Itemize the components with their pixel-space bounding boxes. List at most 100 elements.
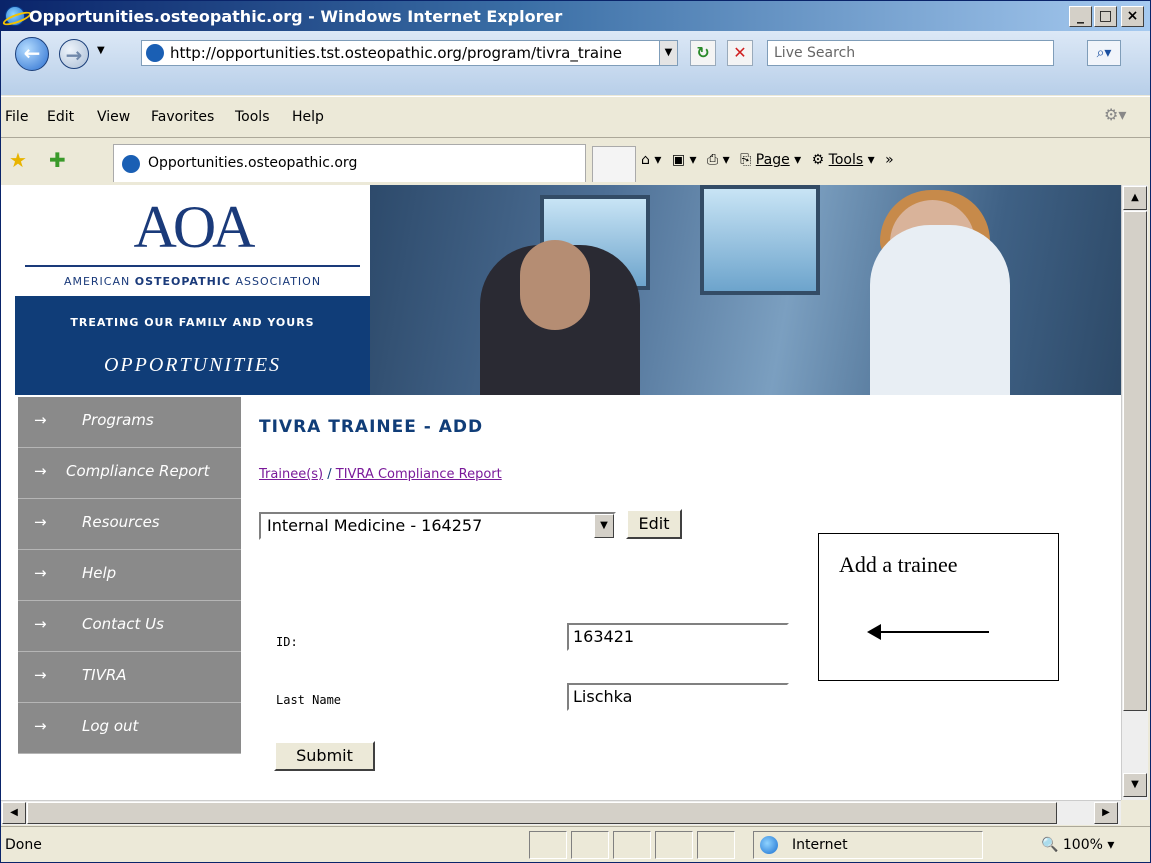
home-icon[interactable]: ⌂ ▾ [641,152,661,168]
menu-tools[interactable]: Tools [235,109,270,125]
page-menu[interactable]: ⎘ Page ▾ [740,152,801,168]
feeds-icon[interactable]: ▣ ▾ [672,152,697,168]
menu-file[interactable]: File [5,109,28,125]
horizontal-scrollbar[interactable]: ◀ ▶ [1,800,1121,825]
browser-window: Opportunities.osteopathic.org - Windows … [0,0,1151,863]
breadcrumb: Trainee(s) / TIVRA Compliance Report [259,467,502,482]
sidebar-item-resources[interactable]: → Resources [18,499,241,550]
scroll-right-icon[interactable]: ▶ [1094,802,1118,824]
status-cell [529,831,567,859]
address-dropdown-icon[interactable]: ▼ [659,41,677,65]
logo-divider [25,265,360,267]
last-name-label: Last Name [276,693,342,707]
id-input[interactable]: 163421 [567,623,789,651]
forward-button[interactable]: → [59,39,89,69]
history-dropdown-icon[interactable]: ▼ [97,45,105,56]
globe-icon [760,836,778,854]
annotation-callout: Add a trainee [818,533,1059,681]
arrow-right-icon: → [34,564,47,582]
aoa-logo: AOA [133,194,256,260]
compliance-report-link[interactable]: TIVRA Compliance Report [336,467,502,482]
doctor-figure [870,225,1010,395]
print-icon[interactable]: ⎙ ▾ [707,152,730,168]
site-favicon-icon [146,44,164,62]
back-button[interactable]: ← [15,37,49,71]
tab-label: Opportunities.osteopathic.org [148,155,358,171]
status-cell [613,831,651,859]
org-name: AMERICAN OSTEOPATHIC ASSOCIATION [63,275,322,288]
sidebar-item-tivra[interactable]: → TIVRA [18,652,241,703]
chevron-more-icon[interactable]: » [885,152,894,168]
program-select[interactable]: Internal Medicine - 164257 ▼ [259,512,616,540]
address-url: http://opportunities.tst.osteopathic.org… [170,44,623,62]
search-input[interactable]: Live Search [767,40,1054,66]
status-text: Done [5,837,42,853]
translate-icon[interactable]: ⚙▾ [1104,105,1134,127]
tab-opportunities[interactable]: Opportunities.osteopathic.org [113,144,586,182]
status-cell [697,831,735,859]
zoom-control[interactable]: 🔍 100% ▾ [1041,837,1114,853]
sidebar-item-contact-us[interactable]: → Contact Us [18,601,241,652]
new-tab-button[interactable] [592,146,636,182]
refresh-button[interactable]: ↻ [690,40,716,66]
tagline: TREATING OUR FAMILY AND YOURS [70,316,315,329]
status-cell [571,831,609,859]
arrow-right-icon: → [34,717,47,735]
scroll-thumb[interactable] [1123,211,1147,711]
submit-button[interactable]: Submit [274,741,375,771]
site-favicon-icon [122,155,140,173]
callout-text: Add a trainee [839,552,958,577]
address-field[interactable]: http://opportunities.tst.osteopathic.org… [141,40,678,66]
section-title: OPPORTUNITIES [103,354,282,376]
sidebar-item-programs[interactable]: → Programs [18,397,241,448]
menu-favorites[interactable]: Favorites [151,109,214,125]
edit-button[interactable]: Edit [626,509,682,539]
internet-explorer-icon [5,6,25,26]
favorites-center-icon[interactable]: ★ [9,148,27,172]
vertical-scrollbar[interactable]: ▲ ▼ [1121,185,1148,800]
address-toolbar: ← → ▼ http://opportunities.tst.osteopath… [1,31,1150,95]
monitor-image [700,185,820,295]
arrow-right-icon: → [34,666,47,684]
command-bar: ⌂ ▾ ▣ ▾ ⎙ ▾ ⎘ Page ▾ ⚙ Tools ▾ » [641,152,900,168]
stop-button[interactable]: ✕ [727,40,753,66]
close-button[interactable]: × [1121,6,1144,27]
favorites-bar: ★ ✚ Opportunities.osteopathic.org ⌂ ▾ ▣ … [1,138,1150,185]
sidebar-item-log-out[interactable]: → Log out [18,703,241,754]
trainees-link[interactable]: Trainee(s) [259,467,323,482]
doctor-face [520,240,590,330]
search-button[interactable]: ⌕▾ [1087,40,1121,66]
tools-menu[interactable]: ⚙ Tools ▾ [812,152,875,168]
page-title: TIVRA TRAINEE - ADD [259,417,484,437]
id-label: ID: [276,635,298,649]
sidebar-item-help[interactable]: → Help [18,550,241,601]
menu-help[interactable]: Help [292,109,324,125]
arrow-right-icon: → [34,615,47,633]
window-title: Opportunities.osteopathic.org - Windows … [29,7,563,26]
status-bar: Done Internet 🔍 100% ▾ [1,826,1150,862]
arrow-line [877,631,989,633]
scroll-thumb[interactable] [27,802,1057,824]
menu-view[interactable]: View [97,109,130,125]
status-cell [655,831,693,859]
scroll-up-icon[interactable]: ▲ [1123,186,1147,210]
program-select-value: Internal Medicine - 164257 [267,516,483,535]
last-name-input[interactable]: Lischka [567,683,789,711]
arrow-right-icon: → [34,411,47,429]
minimize-button[interactable]: _ [1069,6,1092,27]
title-bar: Opportunities.osteopathic.org - Windows … [1,1,1150,31]
scroll-left-icon[interactable]: ◀ [2,802,26,824]
arrow-right-icon: → [34,462,47,480]
security-zone[interactable]: Internet [753,831,983,859]
menu-edit[interactable]: Edit [47,109,74,125]
add-favorite-icon[interactable]: ✚ [49,148,66,172]
arrow-right-icon: → [34,513,47,531]
banner-tagline-panel: TREATING OUR FAMILY AND YOURS OPPORTUNIT… [15,296,370,395]
banner-photo [370,185,1129,395]
maximize-button[interactable]: □ [1094,6,1117,27]
menu-bar: File Edit View Favorites Tools Help ⚙▾ [1,96,1150,138]
chevron-down-icon[interactable]: ▼ [594,514,614,538]
scroll-down-icon[interactable]: ▼ [1123,773,1147,797]
side-navigation: → Programs → Compliance Report → Resources … [18,397,241,754]
sidebar-item-compliance-report[interactable]: → Compliance Report [18,448,241,499]
